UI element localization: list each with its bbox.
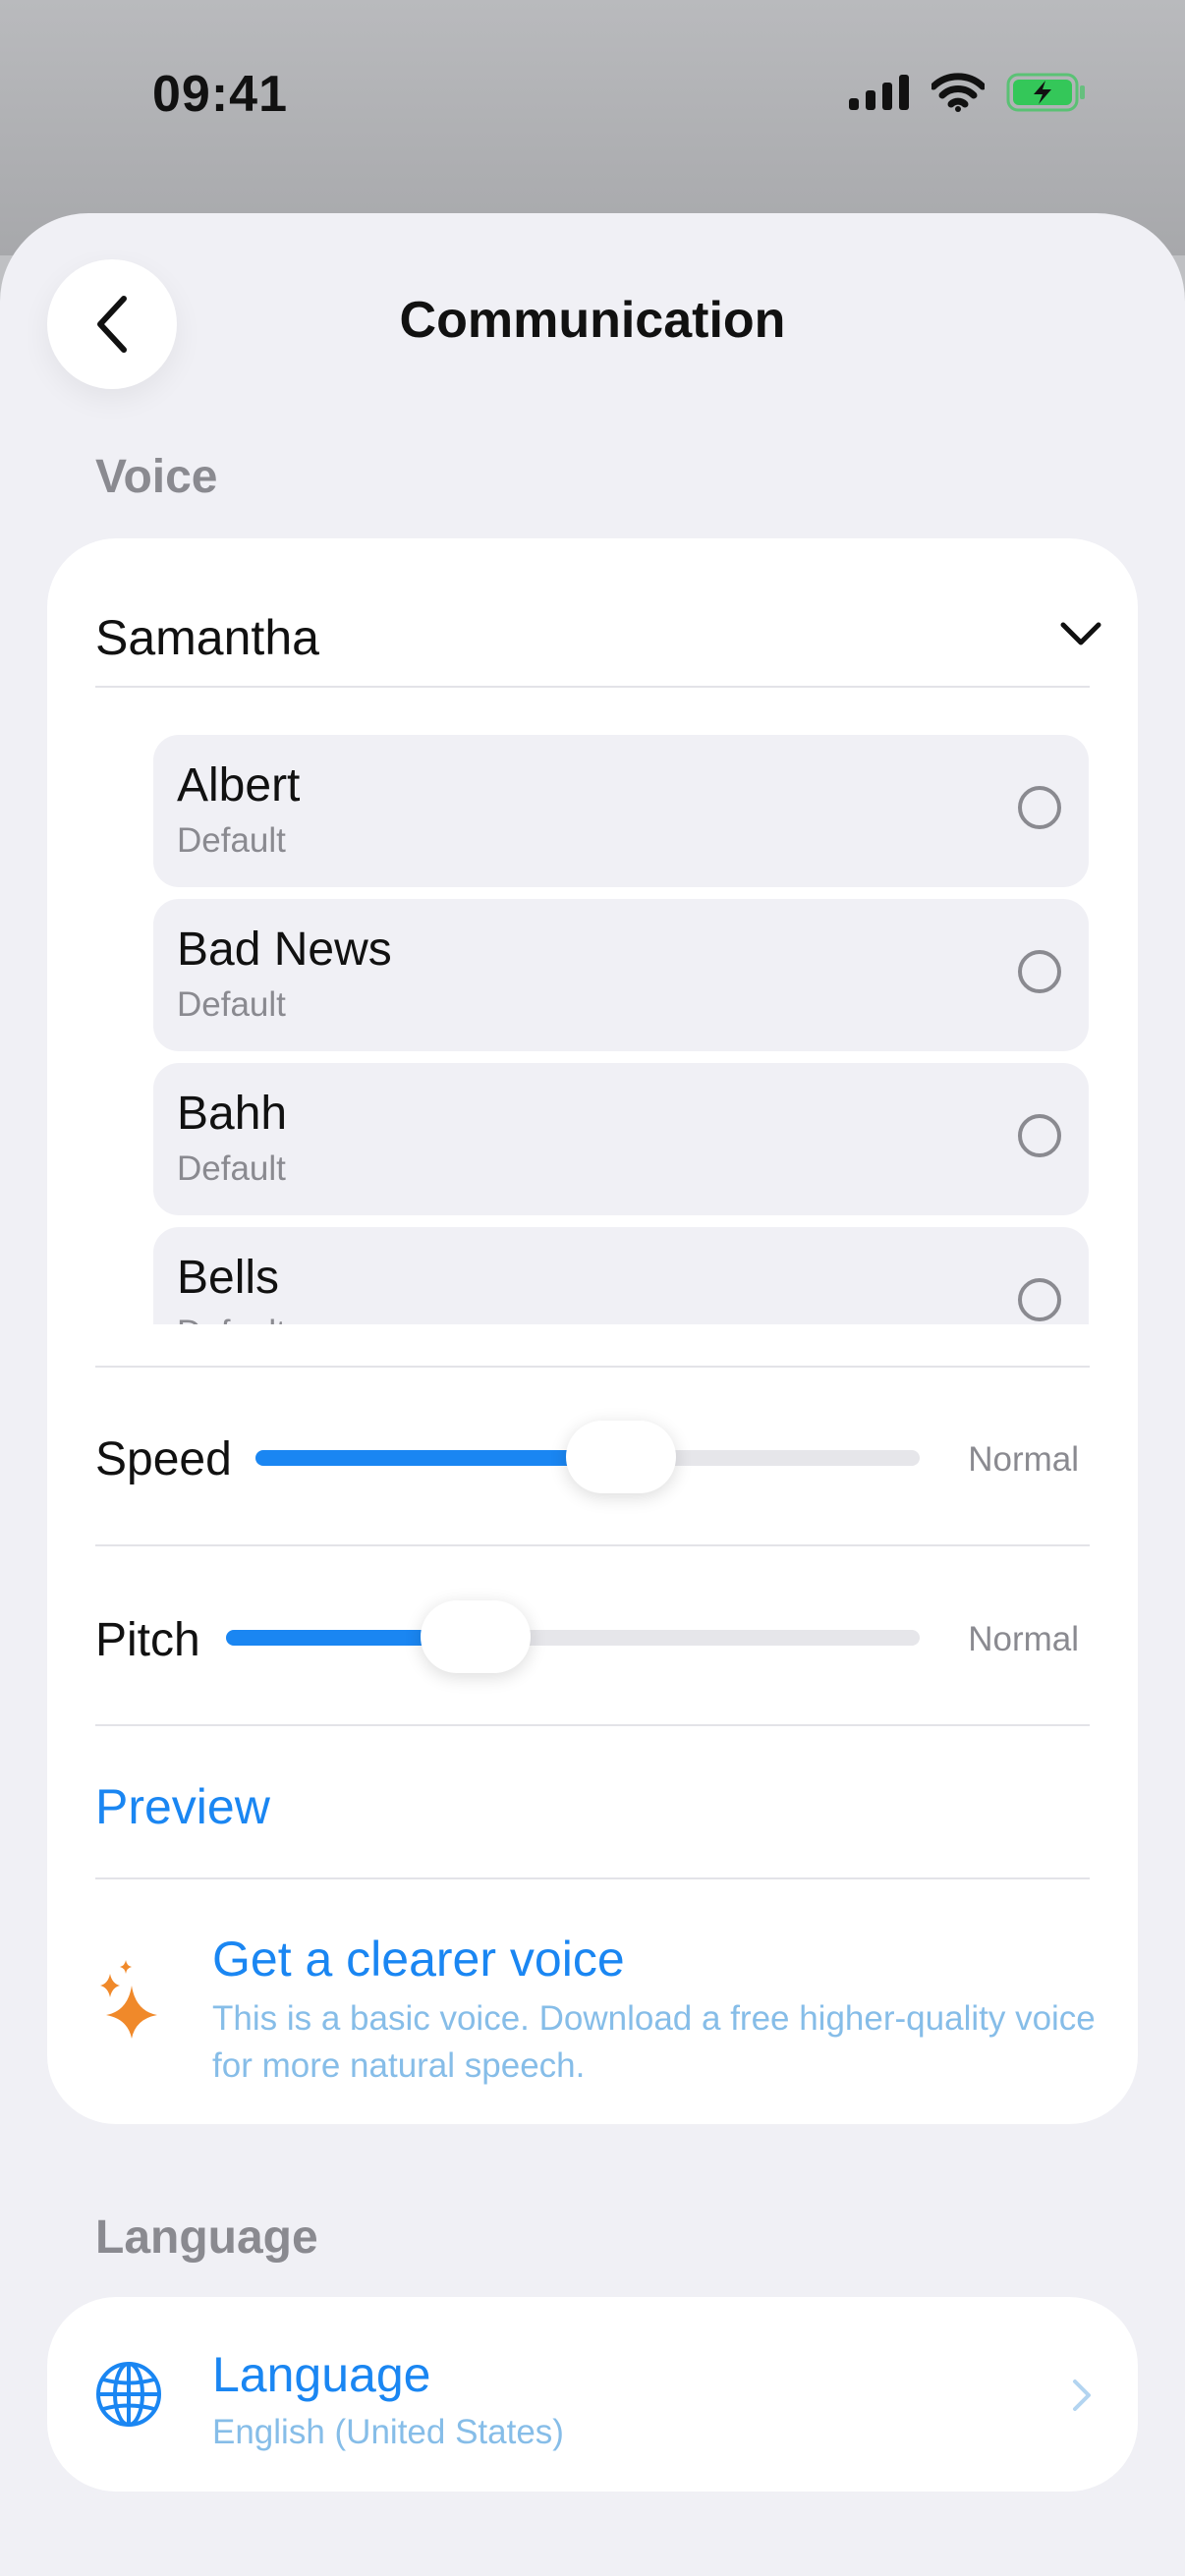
radio-button[interactable] — [1018, 1278, 1061, 1321]
voice-name: Bad News — [177, 924, 392, 976]
radio-button[interactable] — [1018, 1114, 1061, 1157]
voice-name: Albert — [177, 759, 301, 812]
voice-option-bells[interactable]: Bells Default — [153, 1227, 1089, 1324]
voice-subtitle: Default — [177, 985, 286, 1024]
page-title: Communication — [399, 292, 786, 349]
chevron-down-icon — [1060, 622, 1101, 645]
voice-option-bahh[interactable]: Bahh Default — [153, 1063, 1089, 1215]
speed-value: Normal — [968, 1440, 1079, 1479]
get-clearer-voice-row[interactable]: Get a clearer voice This is a basic voic… — [47, 1879, 1138, 2115]
voice-card: Samantha Albert Default Bad News Default… — [47, 538, 1138, 2124]
speed-slider-thumb[interactable] — [565, 1421, 676, 1493]
voice-dropdown[interactable]: Samantha — [47, 538, 1138, 686]
clearer-voice-description: This is a basic voice. Download a free h… — [212, 1999, 1096, 2085]
status-time: 09:41 — [152, 66, 288, 123]
globe-icon — [96, 2362, 161, 2427]
language-card[interactable]: Language English (United States) — [47, 2297, 1138, 2492]
divider — [95, 1544, 1090, 1546]
radio-button[interactable] — [1018, 950, 1061, 993]
status-bar: 09:41 — [0, 0, 1185, 196]
speed-label: Speed — [95, 1433, 232, 1485]
voice-name: Bells — [177, 1252, 280, 1304]
divider — [95, 686, 1090, 688]
voice-list[interactable]: Albert Default Bad News Default Bahh Def… — [153, 735, 1089, 1324]
pitch-label: Pitch — [95, 1614, 200, 1666]
divider — [95, 1366, 1090, 1368]
language-item-value: English (United States) — [212, 2413, 564, 2451]
speed-slider[interactable] — [255, 1421, 920, 1493]
voice-subtitle: Default — [177, 1149, 286, 1188]
wifi-icon — [931, 73, 985, 112]
clearer-voice-title: Get a clearer voice — [212, 1932, 625, 1987]
voice-subtitle: Default — [177, 1314, 286, 1324]
voice-section-label: Voice — [95, 451, 218, 503]
voice-option-bad-news[interactable]: Bad News Default — [153, 899, 1089, 1051]
battery-charging-icon — [1006, 73, 1085, 112]
pitch-value: Normal — [968, 1620, 1079, 1658]
sparkle-icon — [100, 1960, 157, 2039]
preview-button[interactable]: Preview — [95, 1778, 270, 1835]
status-icons — [849, 73, 1087, 112]
cellular-signal-icon — [849, 75, 909, 110]
voice-subtitle: Default — [177, 821, 286, 860]
pitch-slider[interactable] — [226, 1600, 920, 1673]
pitch-slider-thumb[interactable] — [421, 1600, 532, 1673]
language-section-label: Language — [95, 2212, 318, 2264]
selected-voice: Samantha — [95, 610, 319, 665]
radio-button[interactable] — [1018, 786, 1061, 829]
voice-name: Bahh — [177, 1088, 288, 1140]
voice-option-albert[interactable]: Albert Default — [153, 735, 1089, 887]
language-item-title: Language — [212, 2347, 431, 2402]
chevron-right-icon — [1073, 2380, 1091, 2411]
divider — [95, 1724, 1090, 1726]
